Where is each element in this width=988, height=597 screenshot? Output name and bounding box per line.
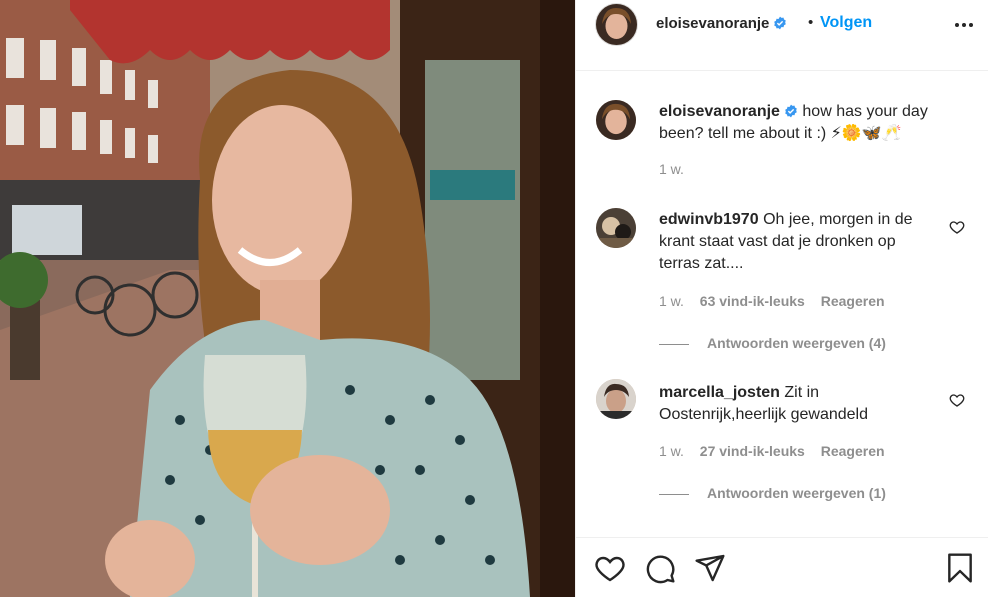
post-details-panel: eloisevanoranje • Volgen eloisevanoranje…: [575, 0, 988, 597]
reply-button[interactable]: Reageren: [821, 293, 885, 309]
heart-icon[interactable]: [594, 552, 626, 584]
post-photo[interactable]: [0, 0, 575, 597]
replies-divider: [659, 343, 689, 345]
header-separator: •: [808, 14, 814, 31]
comments-list[interactable]: eloisevanoranje how has your day been? t…: [576, 71, 988, 537]
verified-badge-icon: [774, 16, 787, 30]
commenter-avatar-image: [596, 208, 636, 248]
reply-button[interactable]: Reageren: [821, 443, 885, 459]
caption-body: eloisevanoranje how has your day been? t…: [659, 101, 959, 145]
comment-meta: 1 w. 27 vind-ik-leuks Reageren: [659, 443, 897, 459]
comment-time[interactable]: 1 w.: [659, 443, 684, 459]
follow-button[interactable]: Volgen: [820, 14, 872, 32]
commenter-avatar-image: [596, 379, 636, 419]
replies-divider: [659, 493, 689, 495]
bookmark-icon[interactable]: [944, 552, 976, 584]
author-username[interactable]: eloisevanoranje: [656, 15, 787, 32]
comment-body: marcella_josten Zit in Oostenrijk,heerli…: [659, 382, 934, 426]
author-username-text: eloisevanoranje: [656, 15, 770, 32]
view-replies-button[interactable]: Antwoorden weergeven (4): [659, 335, 886, 351]
post-actions-bar: [576, 537, 988, 597]
comment-like-heart-icon[interactable]: [949, 219, 965, 235]
caption-meta: 1 w.: [659, 161, 696, 177]
verified-badge-icon: [785, 104, 797, 118]
view-replies-label: Antwoorden weergeven (1): [707, 485, 886, 501]
author-avatar-image: [596, 4, 637, 45]
caption-author-avatar[interactable]: [596, 100, 636, 140]
paper-plane-icon[interactable]: [694, 552, 726, 584]
comment-username[interactable]: marcella_josten: [659, 384, 780, 401]
comment-meta: 1 w. 63 vind-ik-leuks Reageren: [659, 293, 897, 309]
post-header: eloisevanoranje • Volgen: [576, 0, 988, 71]
commenter-avatar[interactable]: [596, 208, 636, 248]
post-photo-illustration: [0, 0, 575, 597]
caption-username[interactable]: eloisevanoranje: [659, 103, 780, 120]
caption-time[interactable]: 1 w.: [659, 161, 684, 177]
author-avatar[interactable]: [596, 4, 637, 45]
commenter-avatar[interactable]: [596, 379, 636, 419]
view-replies-button[interactable]: Antwoorden weergeven (1): [659, 485, 886, 501]
comment-time[interactable]: 1 w.: [659, 293, 684, 309]
comment-likes[interactable]: 63 vind-ik-leuks: [700, 293, 805, 309]
comment-username[interactable]: edwinvb1970: [659, 211, 759, 228]
comment-likes[interactable]: 27 vind-ik-leuks: [700, 443, 805, 459]
comment-body: edwinvb1970 Oh jee, morgen in de krant s…: [659, 209, 934, 275]
caption-avatar-image: [596, 100, 636, 140]
more-options-icon[interactable]: [953, 14, 975, 36]
view-replies-label: Antwoorden weergeven (4): [707, 335, 886, 351]
comment-like-heart-icon[interactable]: [949, 392, 965, 408]
comment-icon[interactable]: [644, 552, 676, 584]
